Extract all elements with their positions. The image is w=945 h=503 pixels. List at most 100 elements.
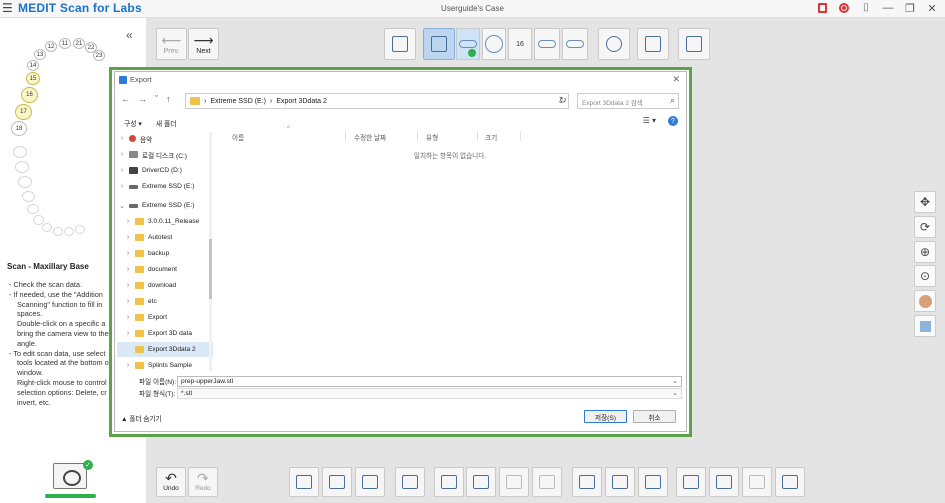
- nav-item[interactable]: › 음악: [117, 131, 213, 146]
- chevron-down-icon[interactable]: ⌄: [117, 202, 127, 210]
- history-button[interactable]: [434, 467, 464, 497]
- cancel-button[interactable]: 취소: [633, 410, 676, 423]
- next-button[interactable]: ⟶ Next: [188, 28, 219, 60]
- nav-item-selected[interactable]: Export 3Ddata 2: [117, 342, 213, 357]
- save-button[interactable]: 저장(S): [584, 410, 627, 423]
- zoom-fit-tool[interactable]: ⊙: [914, 265, 936, 287]
- up-icon[interactable]: ↑: [166, 94, 171, 104]
- chevron-right-icon[interactable]: ›: [123, 298, 133, 305]
- column-header-type[interactable]: 유형: [426, 132, 438, 142]
- zoom-in-tool[interactable]: ⊕: [914, 241, 936, 263]
- chevron-right-icon[interactable]: ›: [117, 135, 127, 142]
- tooth-outline[interactable]: [13, 146, 27, 158]
- lock-button[interactable]: [638, 467, 668, 497]
- chevron-right-icon[interactable]: ›: [123, 266, 133, 273]
- tooth-tool-button[interactable]: [572, 467, 602, 497]
- breadcrumb-folder[interactable]: Export 3Ddata 2: [276, 98, 327, 105]
- nav-item[interactable]: › download: [117, 278, 213, 293]
- prev-button[interactable]: ⟵ Prev.: [156, 28, 187, 60]
- filetype-select[interactable]: *.stl ⌄: [177, 388, 682, 399]
- collapse-panel-icon[interactable]: «: [126, 28, 133, 42]
- rotate-tool[interactable]: ⟳: [914, 216, 936, 238]
- mandible-stage[interactable]: [534, 28, 560, 60]
- save-file-button[interactable]: [709, 467, 739, 497]
- tooth-outline[interactable]: [64, 227, 74, 236]
- chevron-down-icon[interactable]: ⌄: [672, 377, 678, 385]
- hide-folders-toggle[interactable]: ▲ 폴더 숨기기: [121, 413, 162, 423]
- chevron-down-icon[interactable]: ⌄: [672, 389, 678, 397]
- scan-stage-thumbnail[interactable]: [53, 463, 87, 489]
- nav-item[interactable]: ⌄ Extreme SSD (E:): [117, 198, 213, 213]
- tooth-18[interactable]: 18: [11, 121, 27, 136]
- hd-area-button[interactable]: [532, 467, 562, 497]
- tooth-outline[interactable]: [42, 223, 52, 232]
- nav-scrollbar[interactable]: [209, 132, 212, 371]
- back-icon[interactable]: ←: [121, 94, 130, 104]
- column-divider[interactable]: [520, 131, 521, 141]
- tooth-outline[interactable]: [15, 161, 29, 173]
- chevron-right-icon[interactable]: ›: [123, 218, 133, 225]
- chevron-right-icon[interactable]: ›: [117, 183, 127, 190]
- close-icon[interactable]: ✕: [672, 74, 680, 85]
- chevron-right-icon[interactable]: ›: [123, 234, 133, 241]
- hd-button[interactable]: [499, 467, 529, 497]
- tooth-21[interactable]: 21: [73, 38, 85, 49]
- nav-item[interactable]: › Autotest: [117, 230, 213, 245]
- trim-button[interactable]: [605, 467, 635, 497]
- occlusion-stage[interactable]: [482, 28, 506, 60]
- order-form-button[interactable]: [384, 28, 416, 60]
- nav-item[interactable]: › document: [117, 262, 213, 277]
- filename-input[interactable]: prep-upperJaw.stl ⌄: [177, 376, 682, 387]
- close-icon[interactable]: ✕: [925, 1, 939, 15]
- align-button[interactable]: [598, 28, 630, 60]
- search-input[interactable]: Export 3Ddata 2 검색 ⌕: [577, 93, 679, 109]
- chevron-right-icon[interactable]: ›: [123, 362, 133, 369]
- nav-item[interactable]: › DriverCD (D:): [117, 163, 213, 178]
- refresh-icon[interactable]: ↻: [559, 95, 567, 106]
- column-header-modified[interactable]: 수정한 날짜: [354, 132, 386, 142]
- breadcrumb-drive[interactable]: Extreme SSD (E:): [210, 98, 266, 105]
- nav-item[interactable]: › etc: [117, 294, 213, 309]
- maxilla-base-stage[interactable]: [456, 28, 480, 60]
- screen-record-icon[interactable]: [815, 1, 829, 15]
- tooth-12[interactable]: 12: [45, 41, 57, 52]
- restore-icon[interactable]: ❐: [903, 1, 917, 15]
- tooth-16[interactable]: 16: [21, 87, 38, 103]
- tooth-15[interactable]: 15: [26, 72, 40, 85]
- chevron-right-icon[interactable]: ›: [123, 250, 133, 257]
- minimize-icon[interactable]: —: [881, 1, 895, 15]
- play-button[interactable]: [289, 467, 319, 497]
- chevron-right-icon[interactable]: ›: [123, 282, 133, 289]
- tool-button[interactable]: [355, 467, 385, 497]
- tooth-14[interactable]: 14: [27, 60, 39, 71]
- selection-button[interactable]: [395, 467, 425, 497]
- nav-item[interactable]: › Export 3D data: [117, 326, 213, 341]
- tooth-23[interactable]: 23: [93, 50, 105, 61]
- tooth-13[interactable]: 13: [34, 49, 46, 60]
- redo-button[interactable]: ↷ Redo: [188, 467, 218, 497]
- column-header-size[interactable]: 크기: [485, 132, 497, 142]
- tooth-outline[interactable]: [22, 191, 35, 202]
- tooth-11[interactable]: 11: [59, 38, 71, 49]
- column-divider[interactable]: [417, 131, 418, 141]
- chevron-right-icon[interactable]: ›: [123, 330, 133, 337]
- camera-icon[interactable]: ⌷: [859, 1, 873, 15]
- scrollbar-thumb[interactable]: [209, 239, 212, 299]
- complete-button[interactable]: [678, 28, 710, 60]
- help-icon[interactable]: ?: [668, 116, 678, 126]
- pan-tool[interactable]: ✥: [914, 191, 936, 213]
- chevron-right-icon[interactable]: ›: [117, 151, 127, 158]
- nav-item[interactable]: › Extreme SSD (E:): [117, 179, 213, 194]
- export-button[interactable]: [676, 467, 706, 497]
- organize-menu[interactable]: 구성 ▾: [124, 118, 142, 128]
- address-bar[interactable]: › Extreme SSD (E:) › Export 3Ddata 2 ⌄: [185, 93, 569, 109]
- view-options-icon[interactable]: ☰ ▾: [643, 116, 656, 125]
- texture-tool[interactable]: [914, 290, 936, 312]
- chevron-right-icon[interactable]: ›: [117, 167, 127, 174]
- settings-button[interactable]: [637, 28, 669, 60]
- view-cube-tool[interactable]: [914, 315, 936, 337]
- bite-stage[interactable]: [562, 28, 588, 60]
- nav-item[interactable]: › backup: [117, 246, 213, 261]
- undo-button[interactable]: ↶ Undo: [156, 467, 186, 497]
- column-divider[interactable]: [477, 131, 478, 141]
